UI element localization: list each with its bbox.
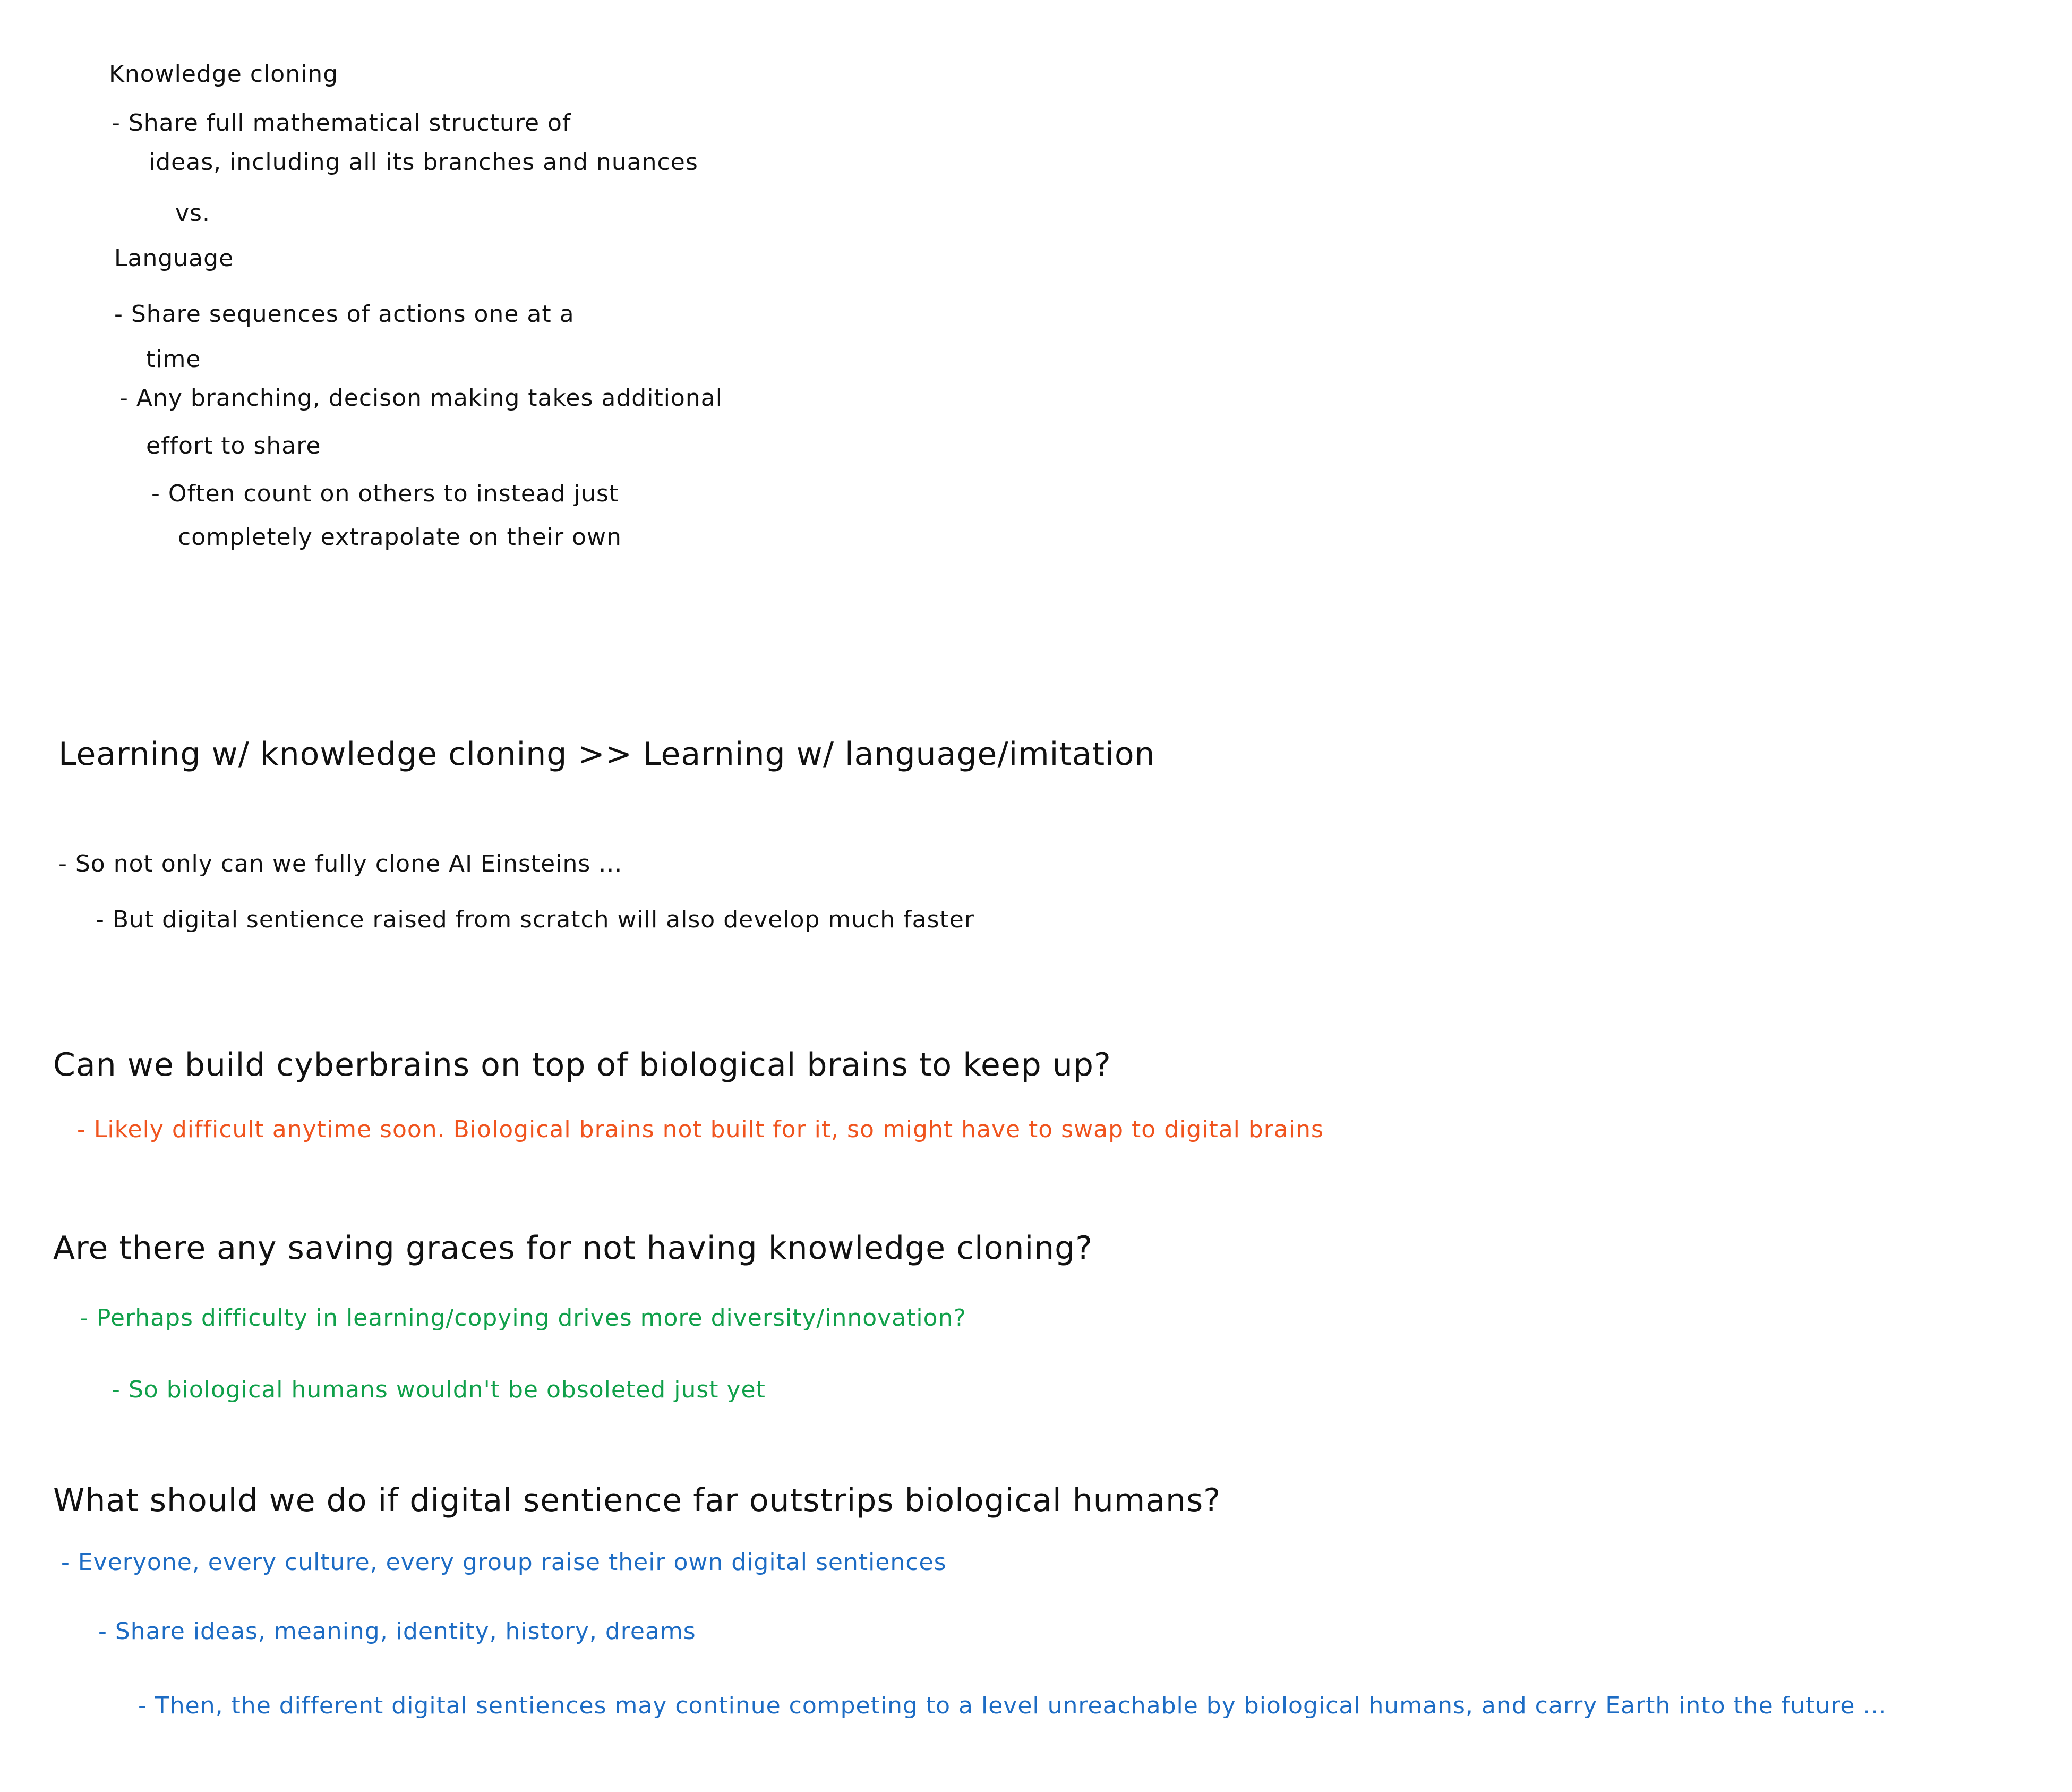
clone-einsteins-bullet: - So not only can we fully clone AI Eins… xyxy=(58,850,623,877)
saving-graces-answer-2: - So biological humans wouldn't be obsol… xyxy=(112,1376,766,1403)
outstrips-answer-2: - Share ideas, meaning, identity, histor… xyxy=(98,1618,696,1645)
cyberbrains-answer: - Likely difficult anytime soon. Biologi… xyxy=(77,1116,1324,1143)
versus-label: vs. xyxy=(175,200,210,227)
outstrips-answer-3: - Then, the different digital sentiences… xyxy=(138,1692,1887,1719)
language-sub-bullet-line-1: - Often count on others to instead just xyxy=(151,480,619,507)
saving-graces-answer-1: - Perhaps difficulty in learning/copying… xyxy=(80,1304,966,1332)
language-sub-bullet-line-2: completely extrapolate on their own xyxy=(178,524,622,551)
notes-page: Knowledge cloning - Share full mathemati… xyxy=(0,0,2072,1792)
knowledge-cloning-bullet-line-1: - Share full mathematical structure of xyxy=(112,109,571,136)
knowledge-cloning-bullet-line-2: ideas, including all its branches and nu… xyxy=(149,149,698,176)
language-bullet-1-line-2: time xyxy=(146,346,201,373)
learning-comparison-heading: Learning w/ knowledge cloning >> Learnin… xyxy=(58,736,1155,773)
digital-sentience-bullet: - But digital sentience raised from scra… xyxy=(96,906,974,933)
saving-graces-question: Are there any saving graces for not havi… xyxy=(53,1230,1093,1267)
outstrips-answer-1: - Everyone, every culture, every group r… xyxy=(61,1549,947,1576)
knowledge-cloning-heading: Knowledge cloning xyxy=(109,61,339,88)
cyberbrains-question: Can we build cyberbrains on top of biolo… xyxy=(53,1046,1111,1083)
language-bullet-2-line-2: effort to share xyxy=(146,432,321,459)
outstrips-question: What should we do if digital sentience f… xyxy=(53,1482,1221,1519)
language-bullet-1-line-1: - Share sequences of actions one at a xyxy=(114,301,575,328)
language-bullet-2-line-1: - Any branching, decison making takes ad… xyxy=(119,385,723,412)
language-heading: Language xyxy=(114,245,234,272)
